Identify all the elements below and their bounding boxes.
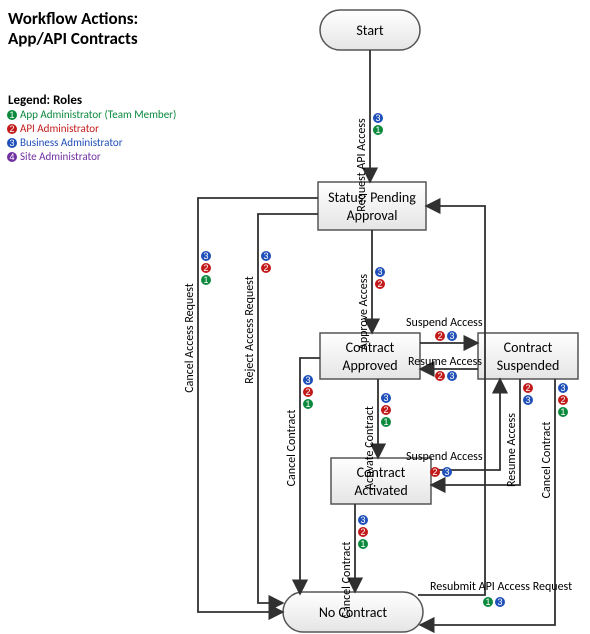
svg-text:1: 1 (383, 417, 388, 427)
svg-text:1: 1 (360, 539, 365, 549)
svg-text:3: 3 (360, 515, 365, 525)
svg-text:1: 1 (203, 275, 208, 285)
svg-text:Resume Access: Resume Access (505, 413, 519, 487)
edge-label: Cancel Contract 3 2 1 (285, 375, 313, 486)
svg-text:4: 4 (9, 152, 14, 162)
svg-text:3: 3 (9, 138, 14, 148)
svg-text:Business Administrator: Business Administrator (20, 136, 123, 149)
svg-text:3: 3 (203, 251, 208, 261)
svg-text:2: 2 (9, 124, 14, 134)
svg-text:3: 3 (375, 113, 380, 123)
svg-text:1: 1 (485, 597, 490, 607)
svg-text:3: 3 (263, 251, 268, 261)
svg-text:Request API Access: Request API Access (355, 118, 369, 212)
svg-text:2: 2 (263, 263, 268, 273)
svg-text:2: 2 (560, 395, 565, 405)
svg-text:1: 1 (9, 110, 14, 120)
edge-label: Cancel Contract 3 2 1 (540, 383, 568, 498)
svg-text:Legend: Roles: Legend: Roles (8, 93, 82, 108)
svg-text:3: 3 (377, 267, 382, 277)
svg-text:Resume Access: Resume Access (408, 355, 482, 369)
node-contract-suspended: Contract Suspended (478, 333, 578, 379)
node-contract-activated: Contract Activated (331, 458, 431, 504)
svg-text:Reject Access Request: Reject Access Request (243, 276, 257, 384)
edge-resubmit (418, 206, 485, 595)
svg-text:2: 2 (383, 405, 388, 415)
svg-text:Cancel Access Request: Cancel Access Request (183, 283, 197, 393)
svg-text:2: 2 (437, 331, 442, 341)
svg-text:API Administrator: API Administrator (20, 122, 99, 135)
svg-text:2: 2 (437, 371, 442, 381)
legend-item: 1 App Administrator (Team Member) (7, 108, 176, 121)
edge-label: Resume Access 2 3 (505, 383, 533, 487)
svg-text:Workflow Actions:: Workflow Actions: (8, 8, 138, 29)
svg-text:2: 2 (377, 279, 382, 289)
legend-item: 2 API Administrator (7, 122, 99, 135)
svg-text:1: 1 (305, 399, 310, 409)
svg-text:3: 3 (497, 597, 502, 607)
svg-text:Contract: Contract (504, 339, 553, 356)
svg-text:Suspended: Suspended (497, 357, 560, 374)
svg-text:3: 3 (449, 331, 454, 341)
svg-text:3: 3 (383, 393, 388, 403)
svg-text:3: 3 (525, 395, 530, 405)
svg-text:2: 2 (525, 383, 530, 393)
svg-text:1: 1 (375, 125, 380, 135)
svg-text:Cancel Contract: Cancel Contract (540, 422, 554, 499)
svg-text:1: 1 (560, 407, 565, 417)
svg-text:Activate Contract: Activate Contract (363, 406, 377, 490)
svg-text:Cancel Contract: Cancel Contract (340, 542, 354, 619)
svg-text:3: 3 (560, 383, 565, 393)
svg-text:Start: Start (356, 22, 384, 39)
svg-text:Cancel Contract: Cancel Contract (285, 410, 299, 487)
svg-text:Resubmit API Access Request: Resubmit API Access Request (430, 580, 572, 594)
legend-item: 3 Business Administrator (7, 136, 123, 149)
svg-text:App Administrator (Team Member: App Administrator (Team Member) (20, 108, 176, 121)
svg-text:3: 3 (449, 371, 454, 381)
edge-label: Reject Access Request 3 2 (243, 251, 271, 384)
svg-text:3: 3 (305, 375, 310, 385)
svg-text:Approved: Approved (342, 357, 397, 374)
legend-item: 4 Site Administrator (7, 150, 101, 163)
svg-text:Approve Access: Approve Access (357, 274, 371, 351)
diagram-title: Workflow Actions: App/API Contracts (8, 8, 138, 49)
svg-text:Site Administrator: Site Administrator (20, 150, 101, 163)
svg-text:2: 2 (203, 263, 208, 273)
svg-text:2: 2 (432, 467, 437, 477)
edge-label: Resubmit API Access Request 13 (430, 580, 572, 607)
svg-text:Suspend Access: Suspend Access (406, 316, 483, 330)
svg-text:App/API Contracts: App/API Contracts (8, 28, 138, 49)
svg-text:Suspend Access: Suspend Access (406, 450, 483, 464)
svg-text:3: 3 (444, 467, 449, 477)
svg-text:Status: Pending: Status: Pending (328, 189, 416, 206)
edge-label: Cancel Access Request 3 2 1 (183, 251, 211, 393)
svg-text:2: 2 (305, 387, 310, 397)
legend: Legend: Roles 1 App Administrator (Team M… (7, 93, 176, 163)
node-pending-approval: Status: Pending Approval (318, 182, 426, 230)
node-start: Start (320, 10, 420, 50)
svg-text:2: 2 (360, 527, 365, 537)
